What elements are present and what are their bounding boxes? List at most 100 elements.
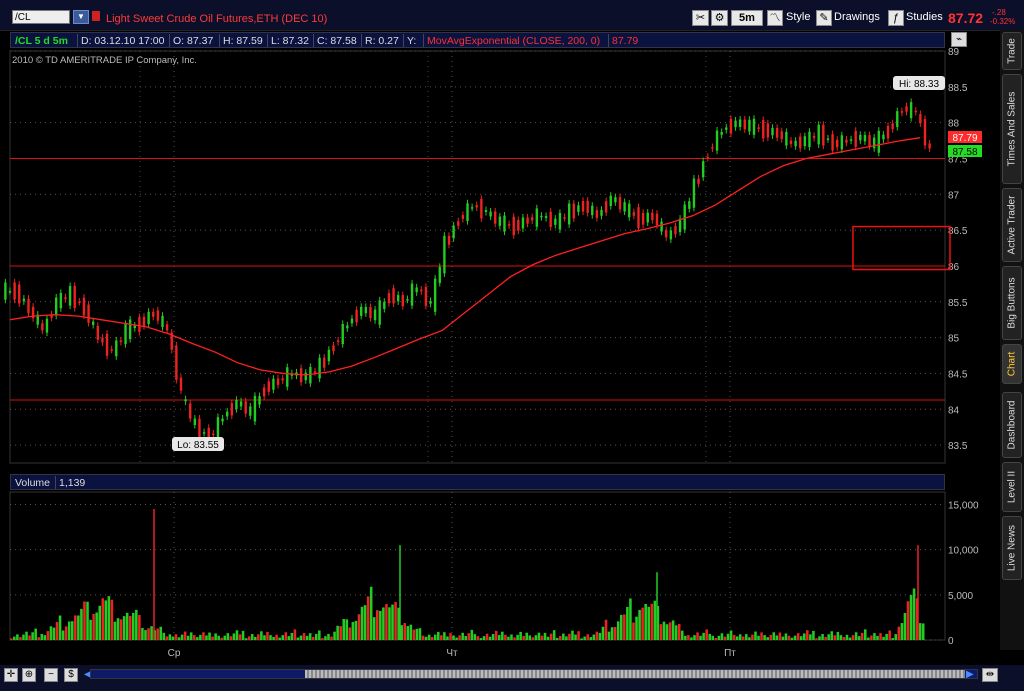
zoom-out-icon[interactable]: − — [44, 668, 58, 682]
studies-button[interactable]: Studies — [906, 11, 943, 23]
volume-bar — [754, 631, 757, 640]
volume-bar — [918, 623, 922, 640]
volume-bar — [540, 635, 544, 640]
volume-bar — [516, 634, 519, 640]
volume-bar — [485, 633, 489, 640]
tools-icon[interactable]: ✂ — [692, 10, 709, 26]
bar-high: H: 87.59 — [223, 35, 263, 47]
y-tick-label: 87 — [948, 190, 960, 201]
symbol-dropdown-button[interactable]: ▼ — [73, 10, 89, 24]
volume-bar — [77, 615, 80, 640]
drawings-button[interactable]: Drawings — [834, 11, 880, 23]
candle-body — [323, 357, 326, 368]
volume-bar — [571, 630, 574, 640]
volume-bar — [174, 634, 178, 640]
volume-tick-label: 5,000 — [948, 591, 973, 602]
expand-icon[interactable]: ⇹ — [982, 668, 998, 682]
candle-body — [826, 138, 830, 140]
tab-dashboard[interactable]: Dashboard — [1002, 392, 1022, 458]
volume-bar — [644, 603, 647, 640]
volume-bar — [635, 616, 638, 640]
volume-bar — [202, 632, 205, 640]
candle-body — [406, 299, 409, 301]
drawings-icon[interactable]: ✎ — [816, 10, 832, 26]
volume-bar — [217, 635, 220, 640]
volume-label[interactable]: Volume — [15, 477, 50, 489]
volume-bar — [714, 637, 718, 640]
candle-body — [216, 417, 220, 438]
bar-low: L: 87.32 — [271, 35, 309, 47]
dollar-icon[interactable]: $ — [64, 668, 78, 682]
volume-tick-label: 10,000 — [948, 546, 979, 557]
tab-active-trader[interactable]: Active Trader — [1002, 188, 1022, 262]
volume-bar — [629, 598, 632, 640]
side-panel-tabs: Trade Times And Sales Active Trader Big … — [1000, 30, 1024, 650]
candle-body — [202, 432, 206, 434]
volume-bar — [281, 635, 284, 640]
tab-times-and-sales[interactable]: Times And Sales — [1002, 74, 1022, 184]
candle-body — [309, 366, 312, 384]
volume-bar — [705, 629, 708, 640]
tab-level-ii[interactable]: Level II — [1002, 462, 1022, 512]
volume-bar — [543, 632, 547, 640]
candle-body — [64, 297, 67, 300]
volume-bar — [360, 606, 364, 640]
volume-bar — [345, 619, 349, 640]
tab-live-news[interactable]: Live News — [1002, 516, 1022, 580]
volume-bar — [473, 634, 477, 640]
candle-body — [96, 325, 100, 340]
candle-body — [258, 396, 261, 405]
candle-body — [276, 378, 280, 385]
candle-body — [872, 137, 876, 149]
volume-bar — [626, 606, 629, 640]
candle-body — [369, 307, 372, 319]
settings-icon[interactable]: ⚙ — [711, 10, 728, 26]
volume-bar — [272, 636, 275, 640]
tab-chart[interactable]: Chart — [1002, 344, 1022, 384]
tab-big-buttons[interactable]: Big Buttons — [1002, 266, 1022, 340]
style-button[interactable]: Style — [786, 11, 810, 23]
volume-bar — [479, 638, 483, 640]
volume-bar — [815, 638, 818, 640]
candle-body — [720, 131, 723, 135]
candle-body — [581, 200, 585, 212]
volume-bar — [735, 636, 739, 640]
volume-bar — [799, 636, 803, 640]
candle-body — [91, 321, 95, 325]
candle-body — [715, 130, 719, 151]
symbol-period[interactable]: /CL 5 d 5m — [15, 35, 68, 47]
volume-bar — [138, 614, 141, 640]
study-label[interactable]: MovAvgExponential (CLOSE, 200, 0) — [427, 35, 600, 47]
style-icon[interactable]: 〽 — [767, 10, 783, 26]
candle-body — [567, 203, 571, 225]
candle-body — [628, 203, 631, 218]
crosshair-icon[interactable]: ✛ — [4, 668, 18, 682]
candle-body — [383, 301, 386, 309]
price-chart[interactable]: 83.58484.58585.58686.58787.58888.589Ср Чт… — [0, 48, 1000, 663]
volume-bar — [369, 586, 373, 640]
studies-icon[interactable]: ƒ — [888, 10, 904, 26]
candle-body — [554, 218, 557, 225]
symbol-info-icon[interactable] — [92, 11, 100, 21]
scroll-right-icon[interactable]: ▶ — [966, 669, 974, 680]
volume-tick-label: 0 — [948, 636, 954, 647]
volume-bar — [610, 627, 614, 640]
timeframe-button[interactable]: 5m — [731, 10, 763, 26]
scrollbar-thumb[interactable] — [305, 670, 965, 678]
chart-settings-icon[interactable]: ⌁ — [951, 32, 967, 47]
volume-bar — [781, 636, 785, 640]
study-value: 87.79 — [612, 35, 639, 47]
zoom-in-icon[interactable]: ⊕ — [22, 668, 36, 682]
volume-bar — [49, 626, 53, 640]
volume-bar — [470, 629, 474, 640]
volume-bar — [845, 634, 849, 640]
volume-bar — [909, 595, 913, 640]
symbol-input[interactable]: /CL — [12, 10, 70, 24]
tab-trade[interactable]: Trade — [1002, 32, 1022, 70]
volume-value: 1,139 — [59, 477, 86, 489]
volume-bar — [501, 631, 504, 640]
candle-body — [235, 399, 238, 410]
volume-bar — [324, 636, 327, 640]
volume-bar — [857, 636, 861, 640]
volume-bar — [912, 588, 916, 640]
